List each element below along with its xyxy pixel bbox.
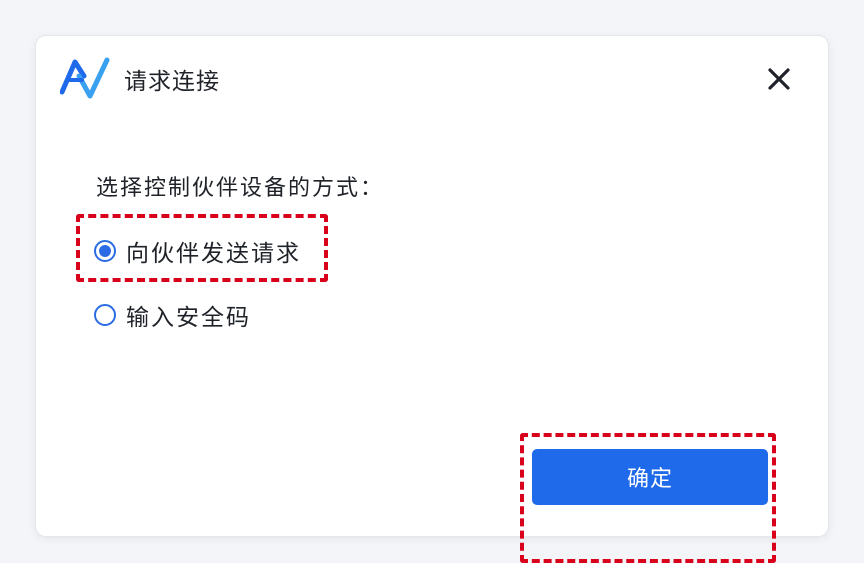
dialog-title: 请求连接 <box>124 69 220 95</box>
option-send-request[interactable]: 向伙伴发送请求 <box>94 234 301 268</box>
close-icon[interactable] <box>766 66 792 92</box>
app-logo-icon <box>60 57 110 99</box>
confirm-button[interactable]: 确定 <box>532 449 768 505</box>
method-prompt: 选择控制伙伴设备的方式： <box>96 176 385 201</box>
connection-request-dialog: 请求连接 选择控制伙伴设备的方式： 向伙伴发送请求 输入安全码 确定 <box>36 36 828 563</box>
option-send-request-label: 向伙伴发送请求 <box>126 241 301 267</box>
option-enter-security-code-label: 输入安全码 <box>126 305 251 331</box>
radio-enter-security-code[interactable] <box>94 304 116 326</box>
option-enter-security-code[interactable]: 输入安全码 <box>94 298 251 332</box>
radio-send-request[interactable] <box>94 240 116 262</box>
